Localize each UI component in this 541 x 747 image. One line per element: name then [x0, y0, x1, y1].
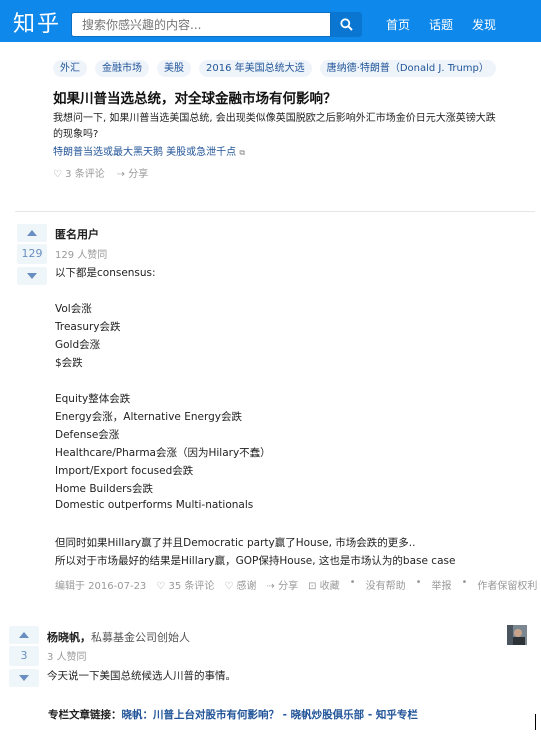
upvote-arrow-icon [19, 632, 29, 638]
topic-tag[interactable]: 2016 年美国总统大选 [199, 60, 312, 77]
column-link-prefix: 专栏文章链接： [48, 709, 122, 721]
downvote-arrow-icon [19, 675, 29, 681]
thanks-label: 感谢 [236, 581, 257, 592]
topic-tag[interactable]: 美股 [157, 60, 191, 77]
search-box[interactable] [71, 12, 331, 37]
answer-line: 今天说一下美国总统候选人川普的事情。 [47, 670, 236, 682]
nav-topics[interactable]: 话题 [429, 16, 453, 33]
text-cursor [535, 714, 536, 730]
search-input[interactable] [72, 13, 330, 36]
question-share-button[interactable]: ⇢ 分享 [117, 165, 149, 180]
dot-separator: • [415, 577, 422, 588]
question-desc-line: 的现象吗? [53, 129, 99, 140]
answer-line: Vol会涨 [55, 303, 92, 315]
question-desc-line: 我想问一下, 如果川普当选美国总统, 会出现类似像英国脱欧之后影响外汇市场金价日… [53, 113, 496, 124]
avatar[interactable] [507, 625, 527, 645]
share-label: 分享 [278, 581, 299, 592]
no-help-button[interactable]: 没有帮助 [366, 577, 406, 592]
topic-tags: 外汇 金融市场 美股 2016 年美国总统大选 唐纳德·特朗普（Donald J… [53, 60, 496, 77]
share-icon: ⇢ [266, 581, 275, 592]
edited-date[interactable]: 编辑于 2016-07-23 [55, 577, 146, 592]
vote-widget: 129 [17, 224, 47, 285]
answer-line: Healthcare/Pharma会涨（因为Hilary不蠢） [55, 447, 271, 459]
related-link-text: 特朗普当选或最大黑天鹅 美股或急泄千点 [53, 147, 237, 158]
topic-tag[interactable]: 唐纳德·特朗普（Donald J. Trump） [319, 60, 496, 77]
topic-tag[interactable]: 外汇 [53, 60, 87, 77]
external-link-icon: ⧉ [239, 148, 246, 157]
answer-author: 匿名用户 [55, 228, 99, 241]
share-button[interactable]: ⇢ 分享 [267, 577, 299, 592]
heart-icon: ♡ [224, 581, 234, 592]
collect-label: 收藏 [319, 581, 340, 592]
downvote-button[interactable] [9, 669, 39, 687]
vote-count: 129 [17, 244, 47, 264]
author-separator: ， [80, 631, 91, 644]
answer-line: Energy会涨，Alternative Energy会跌 [55, 411, 242, 423]
answer-line: Equity整体会跌 [55, 393, 131, 405]
comment-icon: ♡ [156, 581, 166, 592]
answer-author-row: 杨晓帆，私募基金公司创始人 [47, 629, 190, 645]
answer-line: Gold会涨 [55, 339, 101, 351]
thanks-button[interactable]: ♡ 感谢 [224, 577, 256, 592]
avatar-image [507, 625, 527, 645]
dot-separator: • [461, 577, 468, 588]
answer-line: 但同时如果Hillary赢了并且Democratic party赢了House,… [55, 537, 416, 549]
comment-icon: ♡ [53, 169, 62, 180]
upvote-button[interactable] [9, 626, 39, 644]
column-article-link[interactable]: 晓帆：川普上台对股市有何影响？ - 晓帆炒股俱乐部 - 知乎专栏 [122, 709, 418, 721]
zhihu-logo[interactable]: 知乎 [13, 6, 61, 38]
answer-actions: 编辑于 2016-07-23 ♡ 35 条评论 ♡ 感谢 ⇢ 分享 ⊡ 收藏 •… [55, 577, 537, 592]
nav-explore[interactable]: 发现 [472, 16, 496, 33]
answer-line: Import/Export focused会跌 [55, 465, 194, 477]
question-title: 如果川普当选总统，对全球金融市场有何影响？ [53, 91, 337, 107]
comments-label: 35 条评论 [168, 581, 215, 592]
column-link-line: 专栏文章链接：晓帆：川普上台对股市有何影响？ - 晓帆炒股俱乐部 - 知乎专栏 [48, 707, 418, 722]
comments-label: 3 条评论 [65, 169, 105, 180]
answer-votes-text[interactable]: 3 人赞同 [47, 648, 87, 663]
answer-line: 所以对于市场最好的结果是Hillary赢，GOP保持House, 这也是市场认为… [55, 555, 456, 567]
collect-button[interactable]: ⊡ 收藏 [308, 577, 340, 592]
related-article-link[interactable]: 特朗普当选或最大黑天鹅 美股或急泄千点 ⧉ [53, 143, 245, 158]
answer-votes-text[interactable]: 129 人赞同 [55, 246, 107, 261]
question-description: 我想问一下, 如果川普当选美国总统, 会出现类似像英国脱欧之后影响外汇市场金价日… [53, 111, 513, 143]
upvote-arrow-icon [27, 230, 37, 236]
vote-widget: 3 [9, 626, 39, 687]
dot-separator: • [349, 577, 356, 588]
comments-button[interactable]: ♡ 35 条评论 [156, 577, 214, 592]
search-button[interactable] [331, 12, 362, 37]
topic-tag[interactable]: 金融市场 [95, 60, 149, 77]
answer-line: Home Builders会跌 [55, 483, 153, 495]
author-bio: 私募基金公司创始人 [91, 631, 190, 644]
vote-count: 3 [9, 646, 39, 666]
answer-line: Domestic outperforms Multi-nationals [55, 499, 254, 511]
answer-line: 以下都是consensus: [55, 267, 156, 279]
nav-home[interactable]: 首页 [386, 16, 410, 33]
answer-line: Defense会涨 [55, 429, 120, 441]
question-meta: ♡ 3 条评论 ⇢ 分享 [53, 165, 148, 180]
copyright-label: 作者保留权利 [477, 581, 538, 592]
downvote-button[interactable] [17, 267, 47, 285]
answer-line: Treasury会跌 [55, 321, 121, 333]
answer-author-name[interactable]: 杨晓帆 [47, 631, 80, 644]
bookmark-icon: ⊡ [308, 581, 317, 592]
divider [15, 211, 535, 212]
upvote-button[interactable] [17, 224, 47, 242]
downvote-arrow-icon [27, 273, 37, 279]
report-button[interactable]: 举报 [431, 577, 451, 592]
top-navbar: 知乎 首页 话题 发现 [0, 0, 541, 42]
answer-line: $会跌 [55, 357, 83, 369]
share-label: 分享 [128, 169, 149, 180]
question-comments-button[interactable]: ♡ 3 条评论 [53, 165, 105, 180]
share-icon: ⇢ [116, 169, 126, 180]
search-icon [340, 18, 353, 31]
